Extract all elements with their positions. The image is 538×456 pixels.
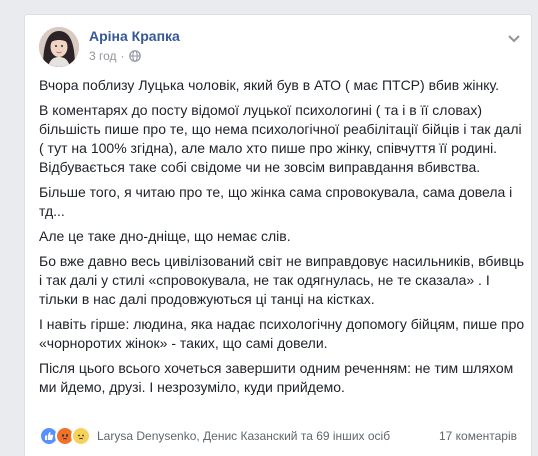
post-footer: Larysa Denysenko, Денис Казанский та 69 … xyxy=(39,425,517,447)
post-paragraph: Але це таке дно-дніще, що немає слів. xyxy=(39,228,291,244)
post-paragraph: Більше того, я читаю про те, що жінка са… xyxy=(39,184,513,219)
post-paragraph: Бо вже давно весь цивілізований світ не … xyxy=(39,253,525,307)
chevron-down-icon[interactable] xyxy=(507,31,521,43)
post-paragraph: Після цього всього хочеться завершити од… xyxy=(39,360,514,395)
post-paragraph: І навіть гірше: людина, яка надає психол… xyxy=(39,316,525,351)
post-paragraph: В коментарях до посту відомої луцької пс… xyxy=(39,102,522,175)
post-timestamp[interactable]: 3 год xyxy=(89,49,117,63)
post-text: Вчора поблизу Луцька чоловік, який був в… xyxy=(39,76,529,403)
meta-separator: · xyxy=(120,49,125,63)
reactors-text[interactable]: Larysa Denysenko, Денис Казанский та 69 … xyxy=(97,429,390,443)
reactions-summary[interactable] xyxy=(39,426,91,446)
sad-icon xyxy=(71,426,91,446)
globe-icon[interactable] xyxy=(128,50,141,62)
author-name[interactable]: Аріна Крапка xyxy=(89,28,180,44)
comments-count[interactable]: 17 коментарів xyxy=(439,429,517,443)
post-paragraph: Вчора поблизу Луцька чоловік, який був в… xyxy=(39,77,499,93)
post-meta: 3 год · xyxy=(89,49,141,63)
avatar-photo xyxy=(39,27,79,67)
post-card: Аріна Крапка 3 год · Вчора поблизу Луцьк… xyxy=(24,14,532,456)
avatar[interactable] xyxy=(39,27,79,67)
